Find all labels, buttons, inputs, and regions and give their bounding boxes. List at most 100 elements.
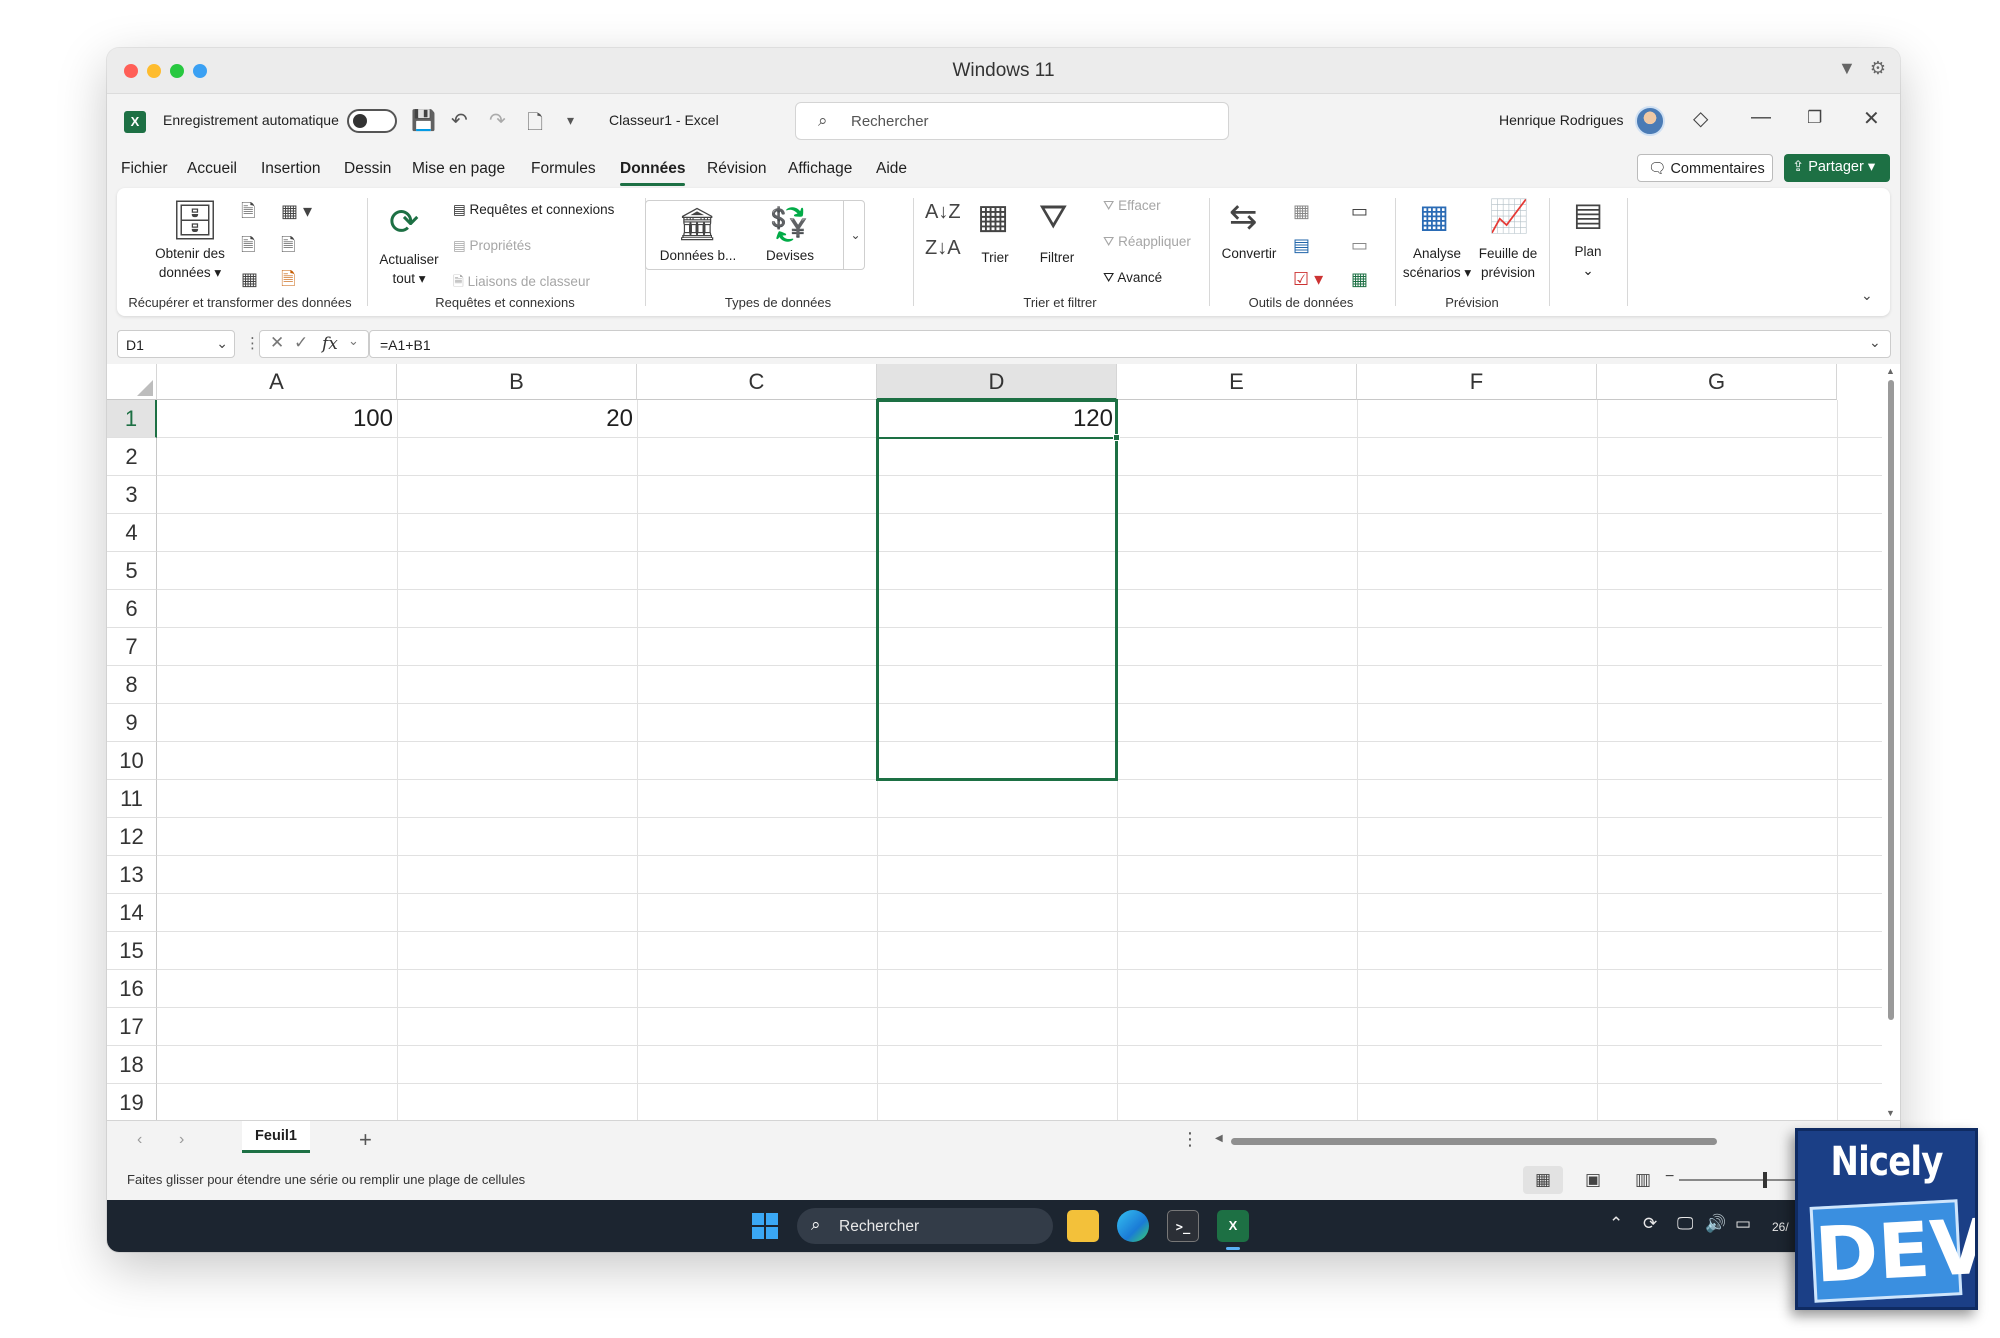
remove-duplicates-icon[interactable]: ▤ [1293, 236, 1310, 254]
next-sheet-icon[interactable]: › [179, 1131, 184, 1149]
comments-button[interactable]: 🗨 Commentaires [1637, 154, 1773, 182]
vertical-scrollbar[interactable]: ▲ ▼ [1882, 364, 1900, 1120]
currencies-icon[interactable]: 💱 [769, 208, 809, 240]
outline-button[interactable]: Plan ⌄ [1551, 242, 1625, 280]
column-header-f[interactable]: F [1357, 364, 1597, 400]
zoom-slider[interactable] [1679, 1172, 1799, 1188]
redo-icon[interactable]: ↷ [489, 108, 506, 133]
data-validation-icon[interactable]: ☑ ▾ [1293, 270, 1323, 288]
customize-quick-access-icon[interactable]: ▾ [567, 112, 574, 129]
restore-icon[interactable]: ❐ [1807, 108, 1822, 128]
column-header-d[interactable]: D [877, 364, 1117, 400]
from-table-icon[interactable]: ▦ [241, 270, 258, 288]
row-header-6[interactable]: 6 [107, 590, 157, 628]
chevron-down-icon[interactable]: ⌄ [348, 333, 359, 349]
row-header-8[interactable]: 8 [107, 666, 157, 704]
page-layout-view-button[interactable]: ▣ [1573, 1166, 1613, 1194]
tab-accueil[interactable]: Accueil [187, 160, 237, 178]
premium-diamond-icon[interactable]: ◇ [1693, 106, 1708, 131]
close-icon[interactable]: ✕ [1863, 106, 1880, 131]
scroll-left-icon[interactable]: ◀ [1215, 1133, 1223, 1144]
row-header-2[interactable]: 2 [107, 438, 157, 476]
filter-button[interactable]: Filtrer [1027, 248, 1087, 267]
share-button[interactable]: ⇪ Partager ▾ [1784, 154, 1890, 182]
outline-icon[interactable]: ▤ [1573, 198, 1603, 230]
row-header-13[interactable]: 13 [107, 856, 157, 894]
search-box[interactable]: ⌕ Rechercher [795, 102, 1229, 140]
prev-sheet-icon[interactable]: ‹ [137, 1131, 142, 1149]
forecast-sheet-icon[interactable]: 📈 [1489, 200, 1529, 232]
convert-button[interactable]: Convertir [1211, 244, 1287, 263]
column-header-c[interactable]: C [637, 364, 877, 400]
expand-formula-icon[interactable]: ⌄ [1869, 334, 1881, 351]
normal-view-button[interactable]: ▦ [1523, 1166, 1563, 1194]
bank-icon[interactable]: 🏛 [677, 208, 718, 240]
add-sheet-button[interactable]: + [359, 1127, 372, 1153]
more-options-icon[interactable]: ⋮ [1181, 1129, 1199, 1150]
flash-fill-icon[interactable]: ▦ [1293, 202, 1310, 220]
row-header-5[interactable]: 5 [107, 552, 157, 590]
scrollbar-thumb[interactable] [1888, 380, 1894, 1020]
user-avatar[interactable] [1635, 106, 1665, 136]
volume-icon[interactable]: 🔊 [1705, 1214, 1726, 1234]
column-header-g[interactable]: G [1597, 364, 1837, 400]
what-if-icon[interactable]: ▦ [1419, 200, 1449, 232]
currencies-button[interactable]: Devises [755, 246, 825, 265]
row-header-18[interactable]: 18 [107, 1046, 157, 1084]
row-header-14[interactable]: 14 [107, 894, 157, 932]
column-header-b[interactable]: B [397, 364, 637, 400]
what-if-analysis-button[interactable]: Analyse scénarios ▾ [1397, 244, 1477, 282]
battery-icon[interactable]: ▭ [1735, 1214, 1751, 1234]
column-header-a[interactable]: A [157, 364, 397, 400]
fill-handle[interactable] [1113, 434, 1120, 441]
file-explorer-icon[interactable] [1067, 1210, 1099, 1242]
formula-input[interactable]: =A1+B1 [369, 330, 1891, 358]
tab-affichage[interactable]: Affichage [788, 160, 852, 178]
insert-function-icon[interactable]: fx [322, 334, 338, 354]
scroll-down-icon[interactable]: ▼ [1886, 1108, 1895, 1118]
terminal-icon[interactable]: >_ [1167, 1210, 1199, 1242]
row-header-16[interactable]: 16 [107, 970, 157, 1008]
taskbar-search[interactable]: ⌕ Rechercher [797, 1208, 1053, 1244]
undo-icon[interactable]: ↶ [451, 108, 468, 133]
horizontal-scrollbar[interactable]: ◀ [1215, 1133, 1895, 1147]
tab-insertion[interactable]: Insertion [261, 160, 320, 178]
minimize-icon[interactable]: — [1751, 106, 1771, 129]
windows-start-icon[interactable] [752, 1213, 778, 1239]
zoom-slider-knob[interactable] [1763, 1172, 1767, 1188]
reapply-button[interactable]: ⛛ Réappliquer [1103, 232, 1191, 251]
sort-button[interactable]: Trier [967, 248, 1023, 267]
refresh-all-button[interactable]: Actualiser tout ▾ [369, 250, 449, 288]
excel-taskbar-icon[interactable]: X [1217, 1210, 1249, 1250]
row-header-12[interactable]: 12 [107, 818, 157, 856]
tab-mise-en-page[interactable]: Mise en page [412, 160, 505, 178]
from-picture-icon[interactable]: ▦ ▾ [281, 202, 312, 220]
row-header-9[interactable]: 9 [107, 704, 157, 742]
relationships-icon[interactable]: ▭ [1351, 236, 1368, 254]
collapse-ribbon-icon[interactable]: ⌄ [1861, 288, 1873, 302]
sync-icon[interactable]: ⟳ [1643, 1214, 1657, 1234]
sort-desc-icon[interactable]: Z↓A [925, 238, 961, 258]
page-break-view-button[interactable]: ▥ [1623, 1166, 1663, 1194]
settings-gear-icon[interactable]: ⚙ [1870, 58, 1886, 79]
row-header-15[interactable]: 15 [107, 932, 157, 970]
tab-formules[interactable]: Formules [531, 160, 596, 178]
sheet-tab-feuil1[interactable]: Feuil1 [242, 1121, 310, 1153]
scroll-up-icon[interactable]: ▲ [1886, 366, 1895, 376]
refresh-all-icon[interactable]: ⟳ [389, 204, 419, 240]
sort-asc-icon[interactable]: A↓Z [925, 202, 961, 222]
database-icon[interactable]: 🗄 [171, 202, 219, 240]
row-header-10[interactable]: 10 [107, 742, 157, 780]
from-text-icon[interactable]: 🗎 [241, 202, 255, 220]
tab-donnees[interactable]: Données [620, 160, 686, 186]
clear-filter-button[interactable]: ⛛ Effacer [1103, 196, 1161, 215]
save-icon[interactable]: 💾 [411, 108, 436, 133]
row-header-7[interactable]: 7 [107, 628, 157, 666]
recent-sources-icon[interactable]: 🗎 [281, 236, 295, 254]
horizontal-scrollbar-thumb[interactable] [1231, 1138, 1717, 1145]
stocks-button[interactable]: Données b... [655, 246, 741, 265]
queries-connections-button[interactable]: ▤ Requêtes et connexions [453, 200, 614, 219]
user-name[interactable]: Henrique Rodrigues [1499, 112, 1624, 128]
text-to-columns-icon[interactable]: ⇆ [1229, 200, 1258, 234]
row-header-11[interactable]: 11 [107, 780, 157, 818]
